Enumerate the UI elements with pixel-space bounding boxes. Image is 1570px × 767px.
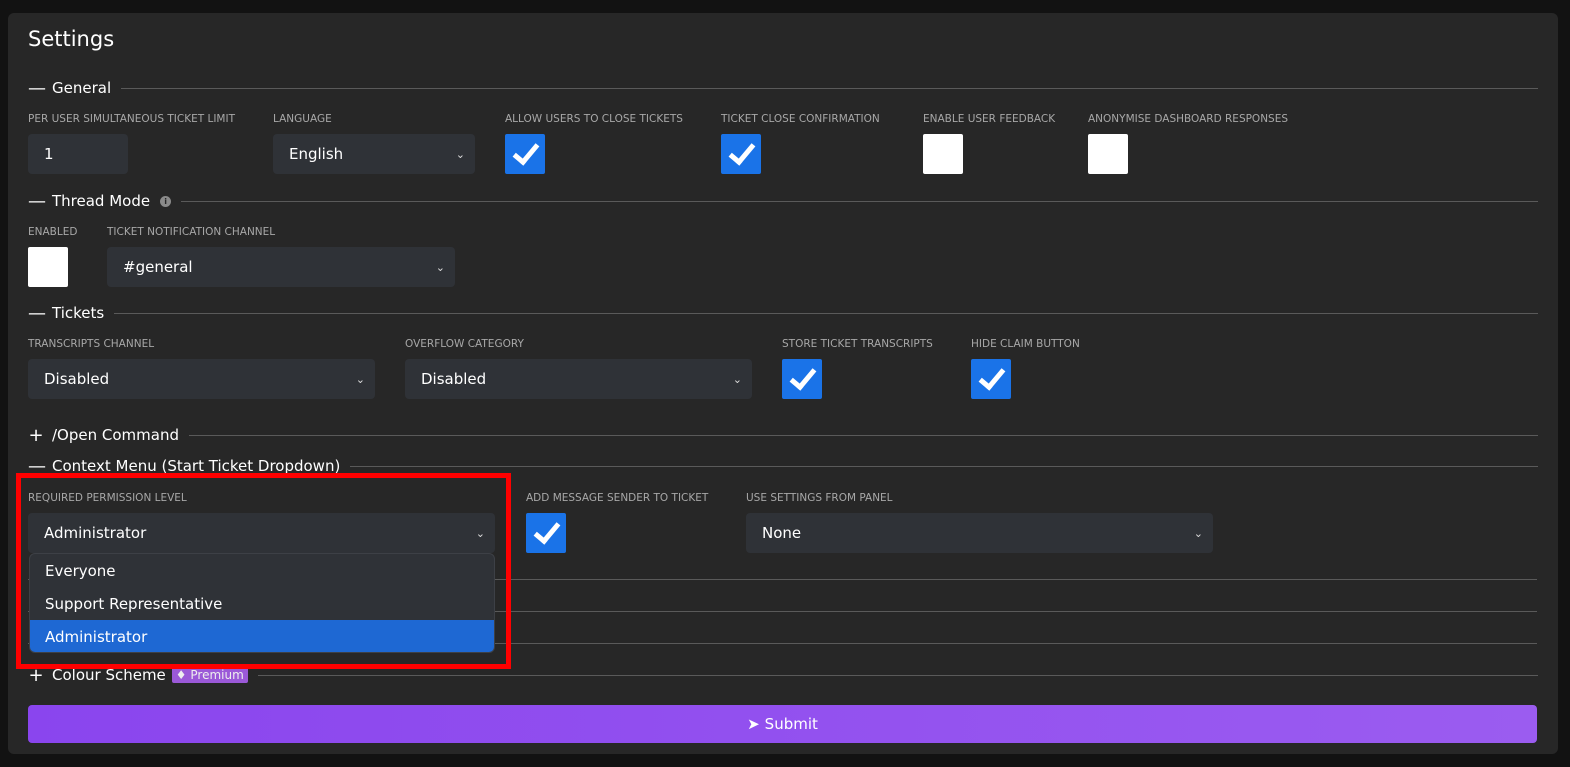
panel-settings-select[interactable]: None ⌄ — [746, 513, 1213, 553]
language-select[interactable]: English ⌄ — [273, 134, 475, 174]
overflow-label: OVERFLOW CATEGORY — [405, 338, 524, 350]
divider — [121, 87, 1538, 89]
page-title: Settings — [28, 27, 115, 51]
transcripts-value: Disabled — [44, 370, 110, 388]
anonymise-checkbox[interactable] — [1088, 134, 1128, 174]
store-transcripts-checkbox[interactable] — [782, 359, 822, 399]
add-sender-label: ADD MESSAGE SENDER TO TICKET — [526, 492, 709, 504]
hide-claim-label: HIDE CLAIM BUTTON — [971, 338, 1080, 350]
expand-icon[interactable]: + — [28, 425, 44, 446]
close-confirm-checkbox[interactable] — [721, 134, 761, 174]
divider — [350, 465, 1538, 467]
feedback-checkbox[interactable] — [923, 134, 963, 174]
ticket-limit-input[interactable]: 1 — [28, 134, 128, 174]
submit-button[interactable]: ➤ Submit — [28, 705, 1537, 743]
chevron-down-icon: ⌄ — [355, 372, 365, 386]
overflow-value: Disabled — [421, 370, 487, 388]
channel-value: #general — [123, 258, 193, 276]
collapse-icon[interactable]: — — [28, 191, 46, 212]
transcripts-channel-label: TRANSCRIPTS CHANNEL — [28, 338, 155, 350]
diamond-icon: ♦ — [175, 668, 187, 682]
feedback-label: ENABLE USER FEEDBACK — [923, 113, 1056, 125]
language-label: LANGUAGE — [273, 113, 332, 125]
premium-badge: ♦ Premium — [171, 667, 248, 683]
section-title: General — [52, 79, 112, 97]
ticket-limit-label: PER USER SIMULTANEOUS TICKET LIMIT — [28, 113, 235, 125]
language-value: English — [289, 145, 344, 163]
paper-plane-icon: ➤ — [747, 715, 760, 733]
divider — [257, 674, 1538, 676]
thread-enabled-label: ENABLED — [28, 226, 78, 238]
overflow-select[interactable]: Disabled ⌄ — [405, 359, 752, 399]
section-title: /Open Command — [52, 426, 179, 444]
store-transcripts-label: STORE TICKET TRANSCRIPTS — [782, 338, 933, 350]
chevron-down-icon: ⌄ — [435, 260, 445, 274]
section-title: Thread Mode — [52, 192, 151, 210]
submit-label: Submit — [764, 715, 818, 733]
collapse-icon[interactable]: — — [28, 78, 46, 99]
allow-close-checkbox[interactable] — [505, 134, 545, 174]
chevron-down-icon: ⌄ — [732, 372, 742, 386]
divider — [188, 434, 1538, 436]
badge-text: Premium — [190, 668, 244, 682]
chevron-down-icon: ⌄ — [1193, 526, 1203, 540]
thread-enabled-checkbox[interactable] — [28, 247, 68, 287]
highlight-box — [16, 473, 511, 669]
panel-settings-label: USE SETTINGS FROM PANEL — [746, 492, 893, 504]
close-confirm-label: TICKET CLOSE CONFIRMATION — [721, 113, 880, 125]
allow-close-label: ALLOW USERS TO CLOSE TICKETS — [505, 113, 683, 125]
hide-claim-checkbox[interactable] — [971, 359, 1011, 399]
divider — [181, 200, 1538, 202]
transcripts-channel-select[interactable]: Disabled ⌄ — [28, 359, 375, 399]
info-icon[interactable]: i — [160, 195, 172, 207]
section-open-command-header[interactable]: + /Open Command — [28, 425, 1538, 446]
divider — [114, 312, 1538, 314]
anonymise-label: ANONYMISE DASHBOARD RESPONSES — [1088, 113, 1289, 125]
notification-channel-select[interactable]: #general ⌄ — [107, 247, 455, 287]
notification-channel-label: TICKET NOTIFICATION CHANNEL — [107, 226, 276, 238]
collapse-icon[interactable]: — — [28, 303, 46, 324]
section-title: Tickets — [52, 304, 105, 322]
section-general-header[interactable]: — General — [28, 78, 1538, 99]
section-tickets-header[interactable]: — Tickets — [28, 303, 1538, 324]
panel-value: None — [762, 524, 802, 542]
section-thread-mode-header[interactable]: — Thread Mode i — [28, 191, 1538, 212]
add-sender-checkbox[interactable] — [526, 513, 566, 553]
chevron-down-icon: ⌄ — [455, 147, 465, 161]
